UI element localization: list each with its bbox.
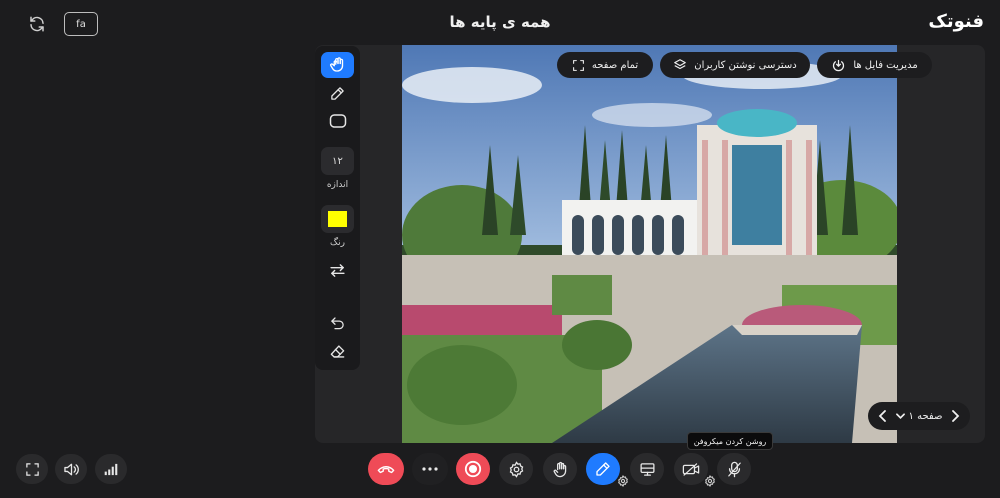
write-access-label: دسترسی نوشتن کاربران [694, 59, 797, 71]
page-select[interactable]: صفحه ۱ [895, 410, 943, 422]
color-swatch [328, 211, 347, 227]
fullscreen-button[interactable]: تمام صفحه [557, 52, 653, 78]
eraser-icon [330, 344, 345, 358]
app-window: فنوتک همه ی پایه ها fa ۱۲ اندازه رنگ تما… [0, 0, 1000, 498]
expand-icon [25, 462, 39, 476]
microphone-toggle-button[interactable] [717, 453, 751, 485]
hangup-icon [377, 466, 395, 474]
swap-tool-button[interactable] [321, 257, 354, 283]
more-options-button[interactable] [412, 453, 448, 485]
mic-off-icon [727, 461, 741, 477]
settings-icon [705, 475, 715, 487]
raise-hand-icon [553, 461, 566, 477]
share-screen-icon [639, 462, 655, 476]
speaker-button[interactable] [55, 454, 87, 484]
mic-tooltip: روشن کردن میکروفن [687, 432, 773, 450]
write-access-button[interactable]: دسترسی نوشتن کاربران [660, 52, 810, 78]
rectangle-icon [329, 114, 346, 128]
sync-icon [30, 16, 44, 32]
whiteboard-button[interactable] [586, 453, 620, 485]
shared-image-picture [402, 45, 897, 443]
speaker-icon [63, 463, 79, 475]
camera-settings-badge[interactable] [703, 474, 717, 488]
file-management-button[interactable]: مدیریت فایل ها [817, 52, 932, 78]
chevron-down-icon [895, 412, 905, 419]
whiteboard-settings-badge[interactable] [616, 474, 630, 488]
pointer-tool-button[interactable] [321, 52, 354, 78]
signal-icon [104, 463, 118, 475]
expand-button[interactable] [16, 454, 48, 484]
chevron-left-icon[interactable] [878, 410, 888, 422]
fullscreen-label: تمام صفحه [591, 59, 639, 71]
more-icon [422, 467, 438, 471]
chevron-right-icon[interactable] [950, 410, 960, 422]
color-selector[interactable] [321, 205, 354, 233]
record-icon [464, 460, 482, 478]
pencil-icon [596, 462, 610, 476]
camera-off-icon [682, 462, 700, 476]
record-button[interactable] [456, 453, 490, 485]
page-navigator: صفحه ۱ [868, 402, 970, 430]
language-button[interactable]: fa [64, 12, 98, 36]
page-label: صفحه ۱ [908, 410, 943, 422]
header-bar: فنوتک همه ی پایه ها fa [0, 0, 1000, 44]
share-screen-button[interactable] [630, 453, 664, 485]
sync-button[interactable] [20, 12, 54, 36]
settings-button[interactable] [499, 453, 533, 485]
swap-icon [330, 263, 345, 277]
upload-icon [833, 59, 845, 71]
fullscreen-icon [572, 59, 584, 71]
pointer-hand-icon [329, 57, 343, 72]
connection-quality-button[interactable] [95, 454, 127, 484]
file-management-label: مدیریت فایل ها [853, 59, 918, 71]
undo-icon [331, 317, 344, 330]
shape-tool-button[interactable] [321, 108, 354, 134]
settings-icon [509, 460, 523, 478]
layers-icon [674, 59, 687, 70]
raise-hand-button[interactable] [543, 453, 577, 485]
settings-icon [618, 475, 628, 487]
color-caption: رنگ [330, 238, 345, 248]
undo-button[interactable] [321, 310, 354, 336]
drawing-toolbar: ۱۲ اندازه رنگ [315, 46, 360, 370]
leave-call-button[interactable] [368, 453, 404, 485]
size-selector[interactable]: ۱۲ [321, 147, 354, 175]
eraser-button[interactable] [321, 338, 354, 364]
page-title: همه ی پایه ها [449, 13, 551, 31]
size-caption: اندازه [326, 180, 349, 190]
pen-tool-button[interactable] [321, 80, 354, 106]
shared-image [402, 45, 897, 443]
pencil-icon [331, 86, 344, 100]
